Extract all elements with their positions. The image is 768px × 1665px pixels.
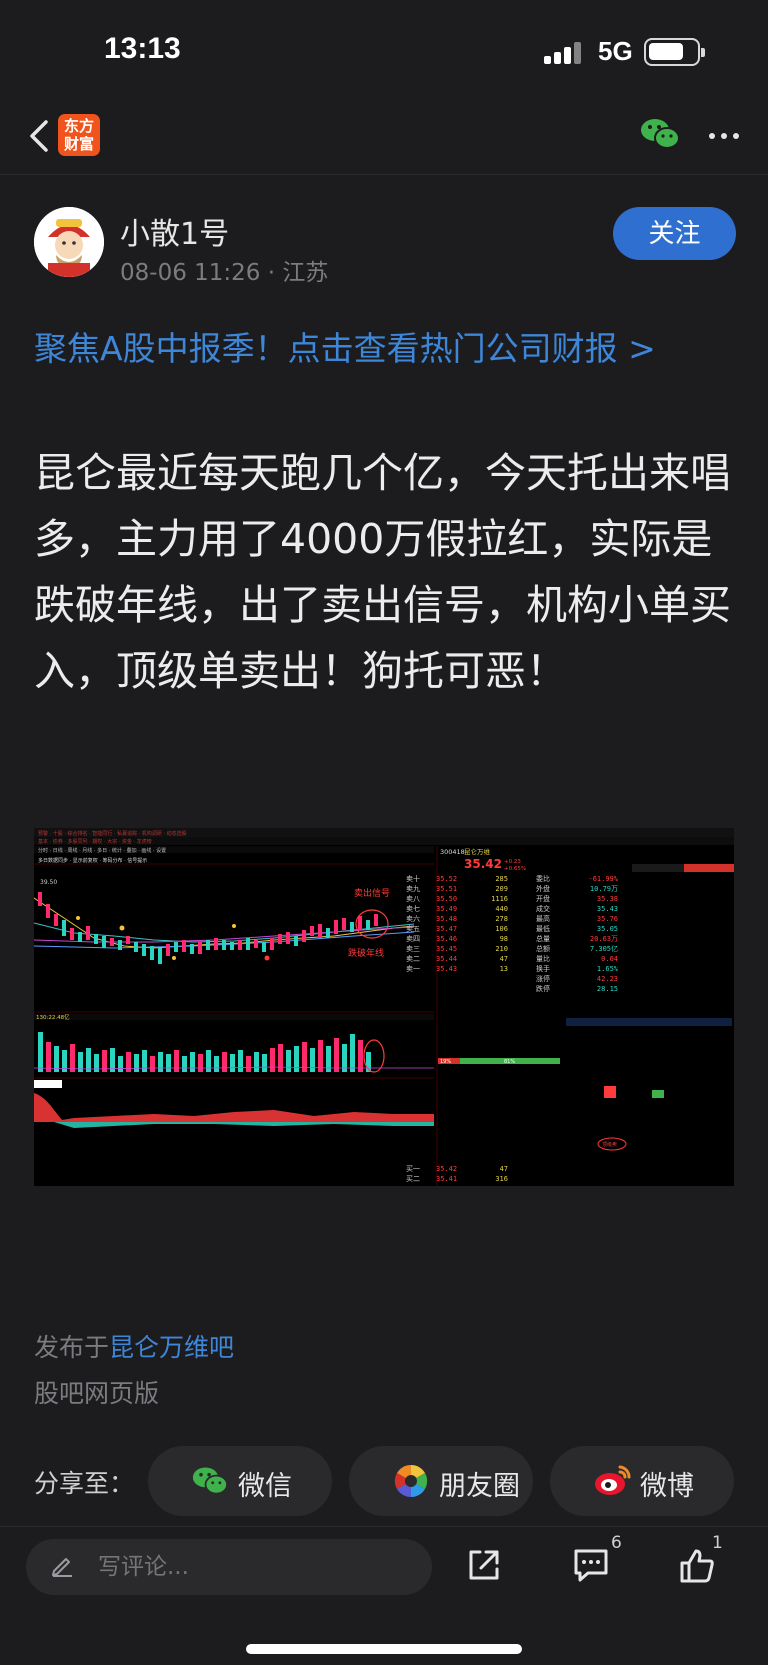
- orderbook-row: 卖三 35.45 210: [406, 945, 508, 953]
- orderbook: 卖十 35.52 285 卖九 35.51 209 卖八 35.50 1116 卖七 35.49 44…: [406, 874, 510, 974]
- share-weibo-button[interactable]: 微博: [550, 1446, 734, 1516]
- quote-stat: 开盘 35.38: [536, 895, 618, 903]
- orderbook-row: 卖五 35.47 106: [406, 925, 508, 933]
- top-sell-signal-tag: 顶级卖: [602, 1141, 617, 1148]
- more-options-icon[interactable]: [706, 122, 742, 150]
- app-logo[interactable]: 东方 财富: [58, 114, 100, 156]
- quote-stat: 换手 1.65%: [536, 965, 618, 973]
- published-in: 发布于昆仑万维吧: [34, 1333, 235, 1362]
- share-label: 分享至：: [34, 1469, 135, 1498]
- orderbook-row: 卖四 35.46 98: [406, 935, 508, 943]
- svg-text:预警 · 十股 · 综合排名 · 智能同行 · 私募追踪 ·: 预警 · 十股 · 综合排名 · 智能同行 · 私募追踪 · 机构调研 · 动态…: [38, 830, 187, 837]
- orderbook-row: 卖一 35.43 13: [406, 965, 508, 973]
- quote-stat: 成交 35.43: [536, 905, 618, 913]
- status-time: 13:13: [104, 32, 181, 65]
- bottom-action-bar: 6 1: [0, 1526, 768, 1665]
- share-moments-button[interactable]: 朋友圈: [349, 1446, 533, 1516]
- stock-code: 300418: [440, 848, 465, 856]
- wechat-share-icon[interactable]: [640, 116, 680, 152]
- post-meta: 08-06 11:26 · 江苏: [120, 260, 329, 286]
- svg-text:分时 · 日线 · 周线 · 月线 · 多日 · 统计 ·: 分时 · 日线 · 周线 · 月线 · 多日 · 统计 · 叠加 · 画线 · …: [38, 847, 166, 854]
- quote-stats: 委比 -61.99% 外盘 10.79万 开盘 35.38 成交 35.43 最高 35.76 最低…: [536, 874, 686, 994]
- stock-chart-image[interactable]: 预警 · 十股 · 综合排名 · 智能同行 · 私募追踪 · 机构调研 · 动态…: [34, 828, 734, 1186]
- sell-signal-annotation: 卖出信号: [354, 887, 390, 899]
- battery-icon: [644, 38, 705, 66]
- stock-change: +0.23: [504, 859, 521, 865]
- quote-stat: 外盘 10.79万: [536, 885, 618, 893]
- share-wechat-button[interactable]: 微信: [148, 1446, 332, 1516]
- network-type: 5G: [598, 36, 633, 66]
- top-nav: 东方 财富: [0, 100, 768, 175]
- stock-name: 昆仑万维: [464, 847, 491, 856]
- buy-orderbook: 买一 35.42 47 买二 35.41 316: [406, 1164, 510, 1184]
- share-external-icon[interactable]: [466, 1547, 502, 1583]
- pencil-icon: [52, 1558, 72, 1577]
- comment-input[interactable]: [26, 1539, 432, 1595]
- cellular-signal-icon: [544, 42, 582, 64]
- orderbook-row: 卖十 35.52 285: [406, 875, 508, 883]
- buy-pct: 19%: [440, 1059, 451, 1065]
- post-body: 昆仑最近每天跑几个亿，今天托出来唱多，主力用了4000万假拉红，实际是跌破年线，…: [34, 449, 731, 695]
- web-version-label: 股吧网页版: [34, 1379, 160, 1408]
- svg-text:基本 · 债券 · 多股同列 · 期权 · 大宗 · 资金: 基本 · 债券 · 多股同列 · 期权 · 大宗 · 资金 · 龙虎榜: [38, 838, 152, 845]
- comment-count-badge: 6: [611, 1533, 622, 1553]
- quote-stat: 总额 7.305亿: [536, 945, 618, 953]
- orderbook-row: 卖九 35.51 209: [406, 885, 508, 893]
- buy-row: 买二 35.41 316: [406, 1175, 508, 1183]
- back-arrow-icon[interactable]: [24, 116, 54, 156]
- quote-stat: 量比 0.64: [536, 955, 618, 963]
- weibo-icon: [595, 1465, 631, 1495]
- volume-label: 130:22.48亿: [36, 1013, 70, 1021]
- wechat-icon: [192, 1467, 228, 1495]
- follow-button[interactable]: 关注: [613, 207, 736, 260]
- orderbook-row: 卖二 35.44 47: [406, 955, 508, 963]
- break-annual-line-annotation: 跌破年线: [348, 947, 384, 959]
- share-row: 分享至： 微信 朋友圈 微博: [0, 1446, 768, 1516]
- chart-top-price: 39.50: [40, 879, 57, 886]
- avatar[interactable]: [34, 207, 104, 277]
- like-count-badge: 1: [712, 1533, 723, 1553]
- like-icon[interactable]: [678, 1547, 716, 1585]
- orderbook-row: 卖七 35.49 440: [406, 905, 508, 913]
- sell-pct: 81%: [504, 1059, 515, 1065]
- quote-stat: 最高 35.76: [536, 915, 618, 923]
- home-indicator: [246, 1644, 522, 1654]
- status-bar: 13:13 5G: [0, 0, 768, 100]
- orderbook-row: 卖六 35.48 278: [406, 915, 508, 923]
- quote-stat: 最低 35.05: [536, 925, 618, 933]
- svg-text:多日数据同步 · 显示前复权 · 筹码分布 · 信号提示: 多日数据同步 · 显示前复权 · 筹码分布 · 信号提示: [38, 857, 147, 864]
- author-row: 小散1号 08-06 11:26 · 江苏 关注: [0, 205, 768, 286]
- quote-stat: 委比 -61.99%: [536, 875, 618, 883]
- quote-stat: 涨停 42.23: [536, 975, 618, 983]
- moments-icon: [394, 1464, 428, 1498]
- buy-row: 买一 35.42 47: [406, 1165, 508, 1173]
- stock-bar-link[interactable]: 昆仑万维吧: [109, 1333, 234, 1362]
- stock-price: 35.42: [464, 857, 502, 871]
- quote-stat: 总量 20.63万: [536, 935, 618, 943]
- orderbook-row: 卖八 35.50 1116: [406, 895, 508, 903]
- stock-change-pct: +0.65%: [504, 866, 526, 872]
- earnings-promo-link[interactable]: 聚焦A股中报季！点击查看热门公司财报 >: [34, 322, 656, 370]
- quote-stat: 跌停 28.15: [536, 985, 618, 993]
- author-name[interactable]: 小散1号: [120, 209, 229, 253]
- comment-icon[interactable]: [572, 1547, 610, 1583]
